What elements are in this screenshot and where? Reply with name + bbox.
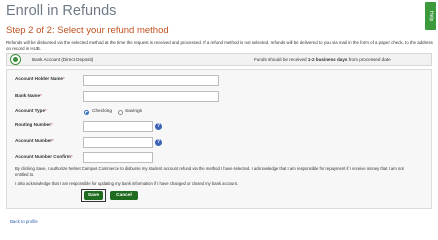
- authorization-text: By clicking Save, I authorize Nelnet Cam…: [15, 166, 404, 177]
- required-mark: *: [50, 122, 53, 127]
- routing-number-input[interactable]: [83, 121, 153, 132]
- account-number-confirm-input[interactable]: [83, 152, 153, 163]
- funds-timing-note: Funds should be received 1-2 business da…: [254, 57, 391, 62]
- bank-account-radio[interactable]: [10, 54, 21, 65]
- save-button[interactable]: Save: [84, 191, 103, 200]
- account-number-input[interactable]: [83, 137, 153, 148]
- account-type-label-text: Account Type: [15, 108, 46, 113]
- routing-help-icon[interactable]: ?: [155, 123, 162, 130]
- bank-name-label-text: Bank Name: [15, 93, 41, 98]
- account-holder-label: Account Holder Name*: [15, 76, 65, 81]
- page-title: Enroll in Refunds: [6, 3, 117, 19]
- cancel-button[interactable]: Cancel: [110, 191, 138, 200]
- routing-number-label: Routing Number*: [15, 122, 53, 127]
- required-mark: *: [40, 93, 42, 98]
- funds-note-bold: 1-2 business days: [307, 57, 348, 62]
- checking-radio[interactable]: [84, 110, 89, 115]
- account-type-label: Account Type*: [15, 108, 47, 113]
- bank-form-panel: [6, 69, 432, 209]
- back-to-profile-link[interactable]: Back to profile: [10, 219, 38, 224]
- radio-selected-dot: [13, 57, 18, 62]
- account-number-label: Account Number*: [15, 138, 54, 143]
- account-number-confirm-label: Account Number Confirm*: [15, 154, 73, 159]
- account-holder-label-text: Account Holder Name: [15, 76, 63, 81]
- funds-note-suffix: from processed date: [347, 57, 391, 62]
- required-mark: *: [63, 76, 65, 81]
- savings-label: Savings: [125, 109, 143, 114]
- acknowledgement-text: I also acknowledge that I am responsible…: [15, 181, 238, 186]
- bank-account-label: Bank Account (Direct Deposit): [32, 57, 94, 62]
- required-mark: *: [52, 138, 54, 143]
- account-number-confirm-label-text: Account Number Confirm: [15, 154, 71, 159]
- routing-number-label-text: Routing Number: [15, 122, 51, 127]
- help-tab[interactable]: Help: [425, 2, 436, 30]
- account-holder-input[interactable]: [83, 75, 219, 86]
- funds-note-prefix: Funds should be received: [254, 57, 308, 62]
- required-mark: *: [45, 108, 47, 113]
- intro-text: Refunds will be disbursed via the select…: [6, 40, 433, 52]
- account-number-label-text: Account Number: [15, 138, 53, 143]
- step-heading: Step 2 of 2: Select your refund method: [6, 25, 169, 36]
- bank-name-label: Bank Name*: [15, 93, 42, 98]
- account-number-help-icon[interactable]: ?: [155, 139, 162, 146]
- checking-label: Checking: [92, 109, 112, 114]
- required-mark: *: [70, 154, 73, 159]
- bank-name-input[interactable]: [83, 91, 219, 102]
- savings-radio[interactable]: [118, 110, 123, 115]
